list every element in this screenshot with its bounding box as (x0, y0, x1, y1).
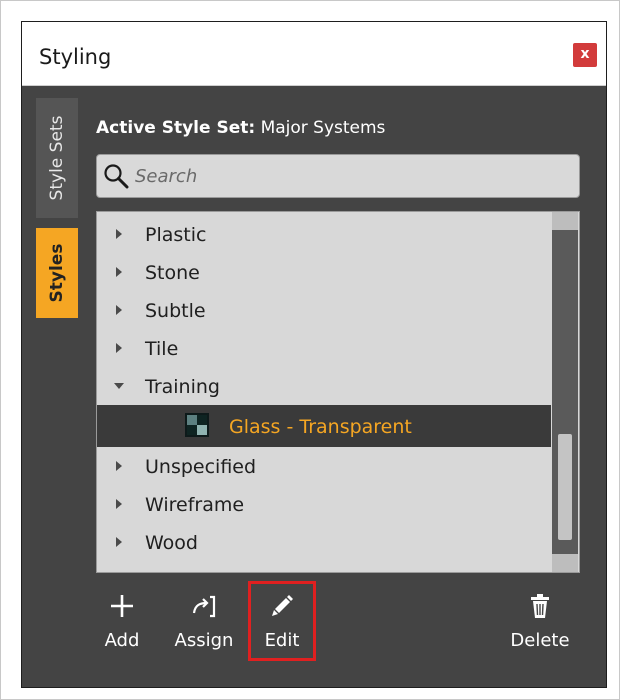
tree-item-label: Training (145, 376, 220, 398)
material-swatch-icon (185, 413, 209, 437)
tree-item-plastic[interactable]: Plastic (97, 215, 551, 253)
search-icon (104, 164, 129, 189)
close-button[interactable]: x (573, 43, 597, 67)
tree-item-label: Tile (145, 338, 179, 360)
tab-style-sets[interactable]: Style Sets (36, 98, 78, 218)
search-box[interactable] (96, 154, 580, 198)
active-style-set-label: Active Style Set: (96, 118, 256, 138)
styling-panel: Styling x Style Sets Styles Active Style… (21, 21, 607, 688)
expand-arrow-icon (116, 267, 122, 277)
delete-button-label: Delete (510, 630, 570, 651)
expand-arrow-icon (116, 343, 122, 353)
plus-icon (111, 595, 133, 617)
title-bar: Styling x (22, 22, 606, 86)
active-style-set: Active Style Set: Major Systems (96, 118, 385, 138)
tree-item-unspecified[interactable]: Unspecified (97, 447, 551, 485)
assign-arrow-icon (192, 595, 216, 618)
assign-button[interactable]: Assign (166, 592, 242, 662)
expand-arrow-icon (116, 461, 122, 471)
tree-item-label: Subtle (145, 300, 206, 322)
tree-item-label: Stone (145, 262, 200, 284)
active-style-set-value: Major Systems (260, 118, 386, 138)
edit-highlight-box (248, 581, 316, 661)
tree-item-subtle[interactable]: Subtle (97, 291, 551, 329)
delete-button[interactable]: Delete (500, 592, 580, 662)
add-button-label: Add (104, 630, 140, 651)
scroll-up-button[interactable] (552, 212, 578, 230)
tree-item-label: Wood (145, 532, 198, 554)
search-input[interactable] (135, 161, 565, 191)
tree-item-label: Unspecified (145, 456, 257, 478)
tree-item-wireframe[interactable]: Wireframe (97, 485, 551, 523)
tree-item-training[interactable]: Training (97, 367, 551, 405)
add-button[interactable]: Add (96, 592, 148, 662)
tab-style-sets-label: Style Sets (47, 115, 67, 201)
expand-arrow-icon (116, 305, 122, 315)
scroll-thumb[interactable] (558, 434, 572, 540)
tab-styles-label: Styles (47, 243, 67, 303)
expand-arrow-icon (116, 499, 122, 509)
expand-arrow-icon (116, 229, 122, 239)
tree-item-glass-transparent[interactable]: Glass - Transparent (97, 405, 551, 447)
tree-item-label: Plastic (145, 224, 207, 246)
collapse-arrow-icon (114, 383, 124, 389)
tree-item-tile[interactable]: Tile (97, 329, 551, 367)
tab-styles[interactable]: Styles (36, 228, 78, 318)
tree-item-label: Glass - Transparent (229, 416, 412, 438)
scroll-down-button[interactable] (552, 554, 578, 572)
window-title: Styling (39, 45, 112, 69)
expand-arrow-icon (116, 537, 122, 547)
assign-button-label: Assign (174, 630, 234, 651)
style-tree: Plastic Stone Subtle Tile Training Glass… (96, 211, 580, 573)
tree-item-wood[interactable]: Wood (97, 523, 551, 561)
tree-item-label: Wireframe (145, 494, 245, 516)
tree-scrollbar[interactable] (552, 212, 578, 572)
tree-item-stone[interactable]: Stone (97, 253, 551, 291)
trash-icon (531, 594, 549, 618)
